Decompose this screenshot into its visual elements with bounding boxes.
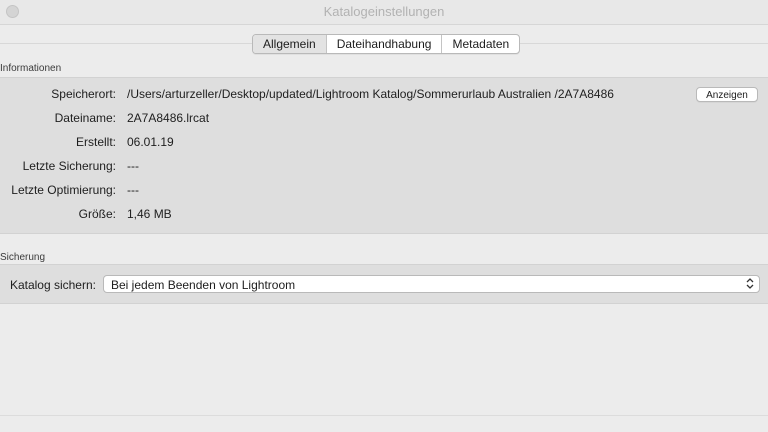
size-value: 1,46 MB (127, 207, 172, 221)
information-panel: Speicherort: /Users/arturzeller/Desktop/… (0, 77, 768, 234)
tab-dateihandhabung[interactable]: Dateihandhabung (327, 35, 443, 53)
last-optimization-label: Letzte Optimierung: (11, 183, 116, 197)
filename-value: 2A7A8486.lrcat (127, 111, 210, 125)
last-backup-label: Letzte Sicherung: (22, 159, 116, 173)
information-section-label: Informationen (0, 63, 62, 74)
title-bar: Katalogeinstellungen (0, 0, 768, 25)
catalog-settings-window: Katalogeinstellungen Allgemein Dateihand… (0, 0, 768, 432)
last-backup-value: --- (127, 159, 139, 173)
backup-catalog-label: Katalog sichern: (9, 278, 96, 292)
size-label: Größe: (78, 207, 116, 221)
last-optimization-value: --- (127, 183, 139, 197)
location-value: /Users/arturzeller/Desktop/updated/Light… (127, 87, 614, 101)
created-value: 06.01.19 (127, 135, 174, 149)
backup-frequency-select[interactable]: Bei jedem Beenden von Lightroom (103, 275, 760, 293)
backup-section-label: Sicherung (0, 252, 46, 263)
created-label: Erstellt: (75, 135, 116, 149)
bottom-area (0, 416, 768, 432)
filename-label: Dateiname: (54, 111, 116, 125)
window-title: Katalogeinstellungen (323, 4, 445, 19)
tab-metadaten[interactable]: Metadaten (442, 35, 519, 53)
show-location-button[interactable]: Anzeigen (696, 87, 758, 102)
tab-bar: Allgemein Dateihandhabung Metadaten (252, 34, 521, 54)
tab-allgemein[interactable]: Allgemein (253, 35, 327, 53)
backup-frequency-value: Bei jedem Beenden von Lightroom (111, 278, 296, 292)
backup-panel: Katalog sichern: Bei jedem Beenden von L… (0, 264, 768, 304)
location-label: Speicherort: (51, 87, 116, 101)
updown-chevrons-icon (746, 278, 754, 289)
